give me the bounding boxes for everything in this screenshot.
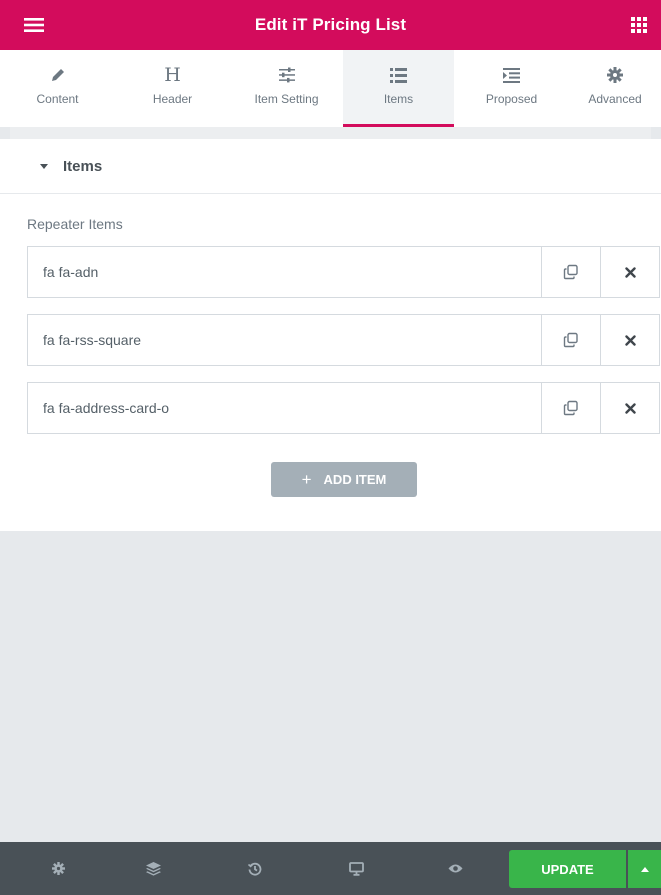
repeater-item-title[interactable]: fa fa-rss-square [28, 315, 541, 365]
tab-label: Items [383, 92, 414, 106]
tab-label: Advanced [588, 92, 642, 106]
list-icon [390, 64, 407, 86]
duplicate-icon [563, 332, 578, 348]
history-icon[interactable] [235, 842, 275, 895]
repeater-item-title[interactable]: fa fa-address-card-o [28, 383, 541, 433]
duplicate-icon [563, 264, 578, 280]
sliders-icon [278, 64, 296, 86]
tab-label: Content [36, 92, 79, 106]
heading-icon: H [164, 63, 181, 86]
preview-icon[interactable] [435, 842, 475, 895]
duplicate-button[interactable] [541, 247, 600, 297]
repeater-item: fa fa-address-card-o [27, 382, 660, 434]
tab-content[interactable]: Content [0, 50, 115, 127]
tab-item-setting[interactable]: Item Setting [230, 50, 343, 127]
close-icon [624, 334, 636, 346]
tab-label: Item Setting [254, 92, 319, 106]
remove-button[interactable] [600, 315, 659, 365]
grid-icon[interactable] [617, 0, 661, 50]
add-item-label: ADD ITEM [323, 472, 387, 487]
tab-label: Proposed [485, 92, 538, 106]
add-item-button[interactable]: + ADD ITEM [271, 462, 417, 497]
panel-footer: UPDATE [0, 842, 661, 895]
gear-icon [607, 64, 623, 86]
repeater-item: fa fa-adn [27, 246, 660, 298]
indent-icon [503, 64, 520, 86]
close-icon [624, 402, 636, 414]
repeater-label: Repeater Items [27, 216, 123, 232]
repeater-item: fa fa-rss-square [27, 314, 660, 366]
update-options-button[interactable] [628, 850, 661, 888]
section-toggle-items[interactable]: Items [0, 139, 661, 194]
tab-header[interactable]: H Header [115, 50, 230, 127]
items-panel: Items Repeater Items fa fa-adn fa fa-rss… [0, 139, 661, 531]
layers-icon[interactable] [133, 842, 173, 895]
hamburger-icon[interactable] [14, 0, 54, 50]
plus-icon: + [301, 469, 312, 489]
panel-tabs: Content H Header Item Setting Items Prop… [0, 50, 661, 127]
remove-button[interactable] [600, 247, 659, 297]
caret-up-icon [640, 866, 649, 872]
close-icon [624, 266, 636, 278]
repeater-item-title[interactable]: fa fa-adn [28, 247, 541, 297]
panel-header: Edit iT Pricing List [0, 0, 661, 50]
update-button[interactable]: UPDATE [509, 850, 626, 888]
tab-label: Header [152, 92, 193, 106]
settings-icon[interactable] [38, 842, 78, 895]
duplicate-button[interactable] [541, 315, 600, 365]
remove-button[interactable] [600, 383, 659, 433]
tab-proposed[interactable]: Proposed [454, 50, 569, 127]
responsive-icon[interactable] [336, 842, 376, 895]
duplicate-button[interactable] [541, 383, 600, 433]
duplicate-icon [563, 400, 578, 416]
caret-down-icon [40, 163, 48, 169]
pencil-icon [50, 64, 66, 86]
panel-title: Edit iT Pricing List [254, 15, 407, 34]
tabs-divider [10, 127, 651, 139]
section-title: Items [63, 157, 103, 175]
tab-items[interactable]: Items [343, 50, 454, 127]
tab-advanced[interactable]: Advanced [569, 50, 661, 127]
